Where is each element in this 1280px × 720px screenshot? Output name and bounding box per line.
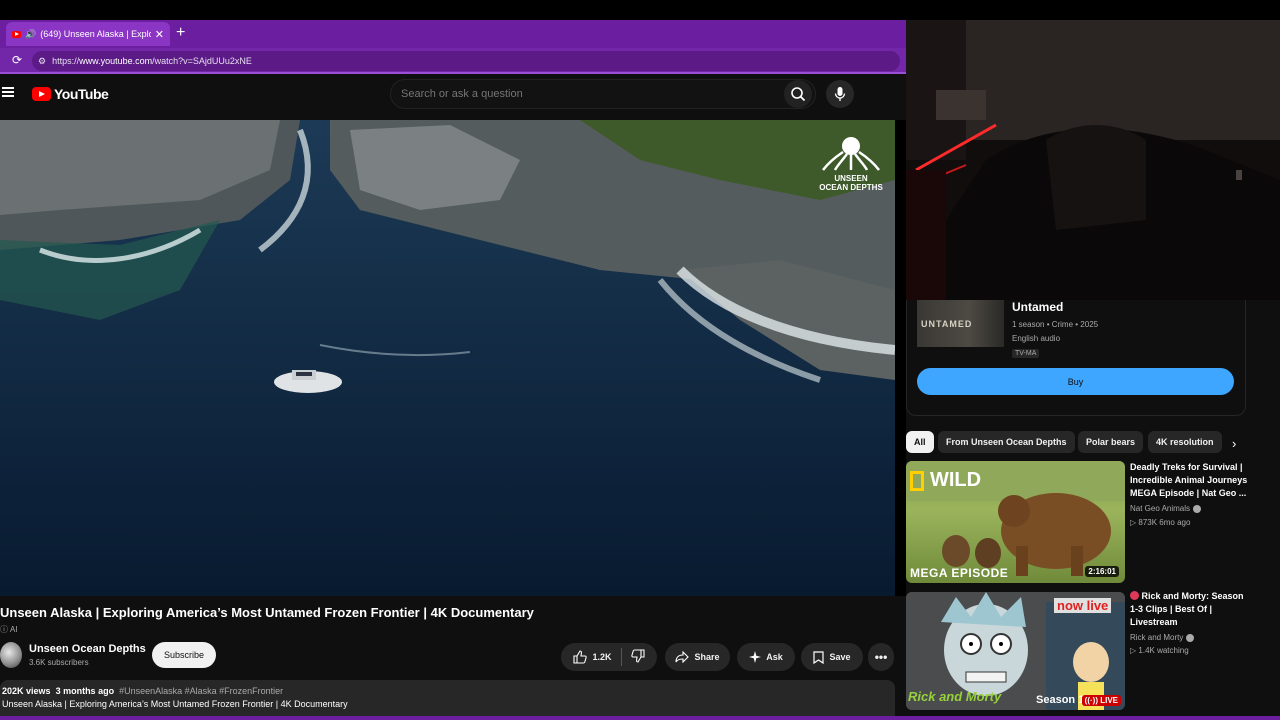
verified-icon (1193, 504, 1202, 513)
search-box[interactable] (390, 79, 816, 109)
microphone-icon (834, 87, 846, 101)
recommendation-stats-2: ▷ 1.4K watching (1130, 646, 1189, 655)
description-box[interactable]: 202K views 3 months ago #UnseenAlaska #A… (0, 680, 895, 720)
thumbnail-caption: MEGA EPISODE (910, 566, 1009, 580)
recommendation-channel-2[interactable]: Rick and Morty (1130, 633, 1195, 642)
url-text: https://www.youtube.com/watch?v=SAjdUUu2… (52, 56, 252, 66)
live-icon: ((·)) (1084, 696, 1098, 705)
rick-and-morty-logo: Rick and Morty (908, 689, 1002, 704)
play-icon: ▷ (1130, 518, 1137, 527)
search-input[interactable] (401, 88, 761, 100)
recommendation-title-1[interactable]: Deadly Treks for Survival | Incredible A… (1130, 461, 1250, 500)
search-icon (791, 87, 806, 102)
play-icon: ▷ (1130, 646, 1137, 655)
more-actions-button[interactable]: ••• (868, 643, 894, 671)
share-icon (675, 651, 690, 663)
bookmark-icon (813, 650, 825, 664)
verified-icon (1186, 633, 1195, 642)
youtube-play-icon (32, 87, 51, 101)
channel-avatar[interactable] (0, 642, 22, 668)
webcam-overlay (906, 20, 1280, 300)
ask-button[interactable]: Ask (737, 643, 795, 671)
natgeo-frame-icon (910, 470, 924, 491)
ad-meta-season: 1 season • Crime • 2025 (1012, 320, 1099, 329)
description-text: Unseen Alaska | Exploring America’s Most… (2, 699, 348, 709)
chip-polar-bears[interactable]: Polar bears (1078, 431, 1144, 453)
hashtags[interactable]: #UnseenAlaska #Alaska #FrozenFrontier (119, 686, 283, 696)
like-dislike-group: 1.2K (561, 643, 657, 671)
webcam-image (906, 20, 1280, 300)
video-frame-image (0, 120, 895, 596)
chip-from-channel[interactable]: From Unseen Ocean Depths (938, 431, 1075, 453)
ad-thumbnail[interactable]: UNTAMED (917, 300, 1004, 347)
video-player[interactable] (0, 120, 895, 596)
natgeo-brand: WILD (910, 469, 981, 492)
ad-rating-badge: TV-MA (1012, 349, 1040, 358)
thumbnail-caption: Season 1- (1036, 694, 1088, 706)
recommendation-thumbnail-1[interactable]: WILD MEGA EPISODE 2:16:01 (906, 461, 1125, 583)
buy-button[interactable]: Buy (917, 368, 1234, 395)
thumbs-down-icon (630, 649, 645, 663)
youtube-favicon-icon (12, 30, 21, 38)
sparkle-icon (749, 651, 762, 663)
video-title: Unseen Alaska | Exploring America’s Most… (0, 605, 534, 620)
recommendation-stats-1: ▷ 873K 6mo ago (1130, 518, 1191, 527)
subscribe-button[interactable]: Subscribe (152, 642, 216, 668)
octopus-logo-icon (822, 137, 880, 171)
search-button[interactable] (784, 80, 812, 108)
dislike-button[interactable] (630, 649, 645, 665)
bottom-accent-bar (0, 716, 1280, 720)
like-divider (620, 648, 622, 666)
description-meta: 202K views 3 months ago #UnseenAlaska #A… (2, 686, 284, 696)
address-bar[interactable]: ⚙ https://www.youtube.com/watch?v=SAjdUU… (32, 51, 900, 71)
close-tab-icon[interactable]: ✕ (155, 28, 164, 41)
chip-4k-resolution[interactable]: 4K resolution (1148, 431, 1222, 453)
new-tab-button[interactable]: + (176, 24, 185, 42)
youtube-logo[interactable]: YouTube (32, 86, 109, 102)
recommendation-thumbnail-2[interactable]: now live Rick and Morty Season 1- ((·)) … (906, 592, 1125, 710)
chip-all[interactable]: All (906, 431, 934, 453)
live-badge: ((·)) LIVE (1081, 695, 1121, 706)
share-button[interactable]: Share (665, 643, 730, 671)
thumbs-up-icon (573, 650, 588, 664)
like-button[interactable]: 1.2K (573, 650, 612, 664)
recommendation-title-2[interactable]: Rick and Morty: Season 1-3 Clips | Best … (1130, 590, 1250, 629)
speaker-icon[interactable]: 🔊 (25, 29, 36, 40)
channel-watermark: UNSEEN OCEAN DEPTHS (812, 136, 890, 192)
save-button[interactable]: Save (801, 643, 863, 671)
now-live-banner: now live (1054, 598, 1112, 613)
site-info-icon[interactable]: ⚙ (38, 56, 46, 67)
channel-name[interactable]: Unseen Ocean Depths (29, 643, 146, 655)
ai-badge: ⓘ AI (0, 625, 18, 634)
tab-title: (649) Unseen Alaska | Exploring (40, 29, 151, 39)
more-horizontal-icon: ••• (874, 650, 888, 664)
voice-search-button[interactable] (826, 80, 854, 108)
browser-tab-active[interactable]: 🔊 (649) Unseen Alaska | Exploring ✕ (6, 22, 170, 46)
menu-icon[interactable] (2, 87, 14, 97)
chevron-right-icon[interactable]: › (1232, 436, 1236, 451)
channel-dot-icon (1130, 591, 1139, 600)
subscriber-count: 3.6K subscribers (29, 658, 89, 667)
recommendation-channel-1[interactable]: Nat Geo Animals (1130, 504, 1202, 513)
ad-title[interactable]: Untamed (1012, 300, 1063, 314)
video-duration: 2:16:01 (1085, 566, 1119, 577)
reload-icon[interactable]: ⟳ (12, 53, 22, 67)
like-count: 1.2K (592, 652, 612, 662)
ai-info-icon: ⓘ (0, 625, 8, 634)
top-black-bar (0, 0, 1280, 20)
ad-meta-audio: English audio (1012, 334, 1061, 343)
